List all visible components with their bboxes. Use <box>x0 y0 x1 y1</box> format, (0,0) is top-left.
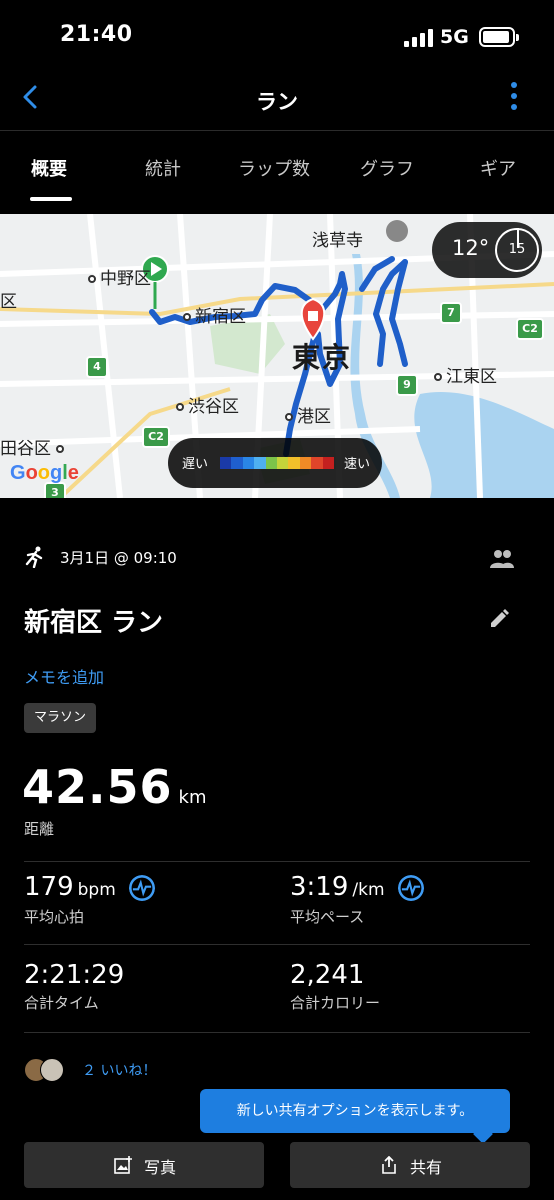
speed-gradient-segment <box>311 457 323 469</box>
road-sign-9: 9 <box>396 374 418 396</box>
avatar <box>40 1058 64 1082</box>
speed-legend-slow: 遅い <box>182 457 209 472</box>
calories-label: 合計カロリー <box>290 994 381 1012</box>
pace-value: 3:19 <box>290 872 349 902</box>
speed-gradient-bar <box>220 457 335 469</box>
distance-label: 距離 <box>24 820 55 838</box>
route-map[interactable]: 中野区 区 新宿区 東京 浅草寺 渋谷区 港区 江東区 田谷区 4 7 9 C2… <box>0 214 554 498</box>
status-bar: 21:40 5G <box>0 0 554 70</box>
map-label-nakano: 中野区 <box>88 264 151 289</box>
share-button[interactable]: 共有 <box>290 1142 530 1188</box>
tab-laps[interactable]: ラップ数 <box>238 155 310 181</box>
tab-stats[interactable]: 統計 <box>145 155 181 181</box>
activity-meta: 3月1日 @ 09:10 <box>24 544 524 574</box>
pace-unit: /km <box>352 880 385 900</box>
heart-rate-value: 179 <box>24 872 74 902</box>
speed-gradient-segment <box>265 457 278 469</box>
map-label-minato: 港区 <box>285 402 331 427</box>
share-icon <box>382 1156 396 1174</box>
photo-button-label: 写真 <box>144 1158 177 1177</box>
tab-graph[interactable]: グラフ <box>360 155 414 181</box>
heart-rate-unit: bpm <box>77 880 116 900</box>
temperature-value: 12° <box>452 236 490 260</box>
divider <box>24 1032 530 1033</box>
distance-display: 42.56 km <box>22 760 206 814</box>
speed-legend-fast: 速い <box>344 457 371 472</box>
map-label-setagaya: 田谷区 <box>0 434 68 459</box>
nav-header: ラン <box>0 70 554 130</box>
stat-heart-rate: 179 bpm 平均心拍 <box>24 872 155 927</box>
stat-calories: 2,241 合計カロリー <box>290 960 380 1013</box>
activity-date: 3月1日 @ 09:10 <box>60 549 177 567</box>
map-label-tokyo: 東京 <box>292 341 353 374</box>
active-tab-indicator <box>30 197 72 201</box>
activity-tag[interactable]: マラソン <box>24 703 97 733</box>
distance-value: 42.56 <box>22 760 173 814</box>
speed-gradient-segment <box>322 457 335 469</box>
tab-overview[interactable]: 概要 <box>31 155 67 181</box>
map-label-koto: 江東区 <box>434 362 497 387</box>
tab-gear[interactable]: ギア <box>480 155 516 181</box>
map-label-asakusa: 浅草寺 <box>312 231 363 251</box>
heart-rate-label: 平均心拍 <box>24 907 85 926</box>
stat-total-time: 2:21:29 合計タイム <box>24 960 124 1013</box>
share-tooltip[interactable]: 新しい共有オプションを表示します。 <box>200 1089 510 1133</box>
edit-pencil-icon[interactable] <box>488 608 510 630</box>
pace-label: 平均ペース <box>290 907 365 926</box>
road-sign-4: 4 <box>86 356 108 378</box>
speed-gradient-segment <box>242 457 255 469</box>
map-label-shibuya: 渋谷区 <box>176 392 239 417</box>
google-logo: Google <box>10 462 79 484</box>
pace-zone-icon[interactable] <box>397 874 424 901</box>
add-memo-link[interactable]: メモを追加 <box>24 664 104 688</box>
signal-icon <box>404 29 434 47</box>
speed-gradient-segment <box>299 457 312 469</box>
map-label-shinjuku: 新宿区 <box>183 302 246 327</box>
wind-dial-icon: 15 <box>495 228 539 272</box>
more-options-button[interactable] <box>506 82 522 114</box>
total-time-label: 合計タイム <box>24 994 99 1012</box>
people-icon[interactable] <box>489 548 515 570</box>
battery-icon <box>479 27 519 47</box>
road-sign-7: 7 <box>440 302 462 324</box>
total-time-value: 2:21:29 <box>24 960 125 990</box>
activity-title: 新宿区 ラン <box>24 608 164 638</box>
divider <box>24 944 530 945</box>
divider <box>24 861 530 862</box>
add-photo-icon <box>114 1156 132 1174</box>
speed-legend: 遅い 速い <box>168 438 382 488</box>
speed-gradient-segment <box>288 457 300 469</box>
road-sign-c2-east: C2 <box>516 318 544 340</box>
likes-count[interactable]: ２ いいね！ <box>82 1060 156 1080</box>
status-time: 21:40 <box>60 22 133 47</box>
photo-button[interactable]: 写真 <box>24 1142 264 1188</box>
distance-unit: km <box>178 787 207 808</box>
page-title: ラン <box>256 90 298 114</box>
map-label-ku: 区 <box>0 292 17 312</box>
speed-gradient-segment <box>220 457 232 469</box>
stat-pace: 3:19/km 平均ペース <box>290 872 424 927</box>
road-sign-c2: C2 <box>142 426 170 448</box>
share-button-label: 共有 <box>410 1158 443 1177</box>
network-type: 5G <box>440 26 469 48</box>
speed-gradient-segment <box>277 457 289 469</box>
calories-value: 2,241 <box>290 960 365 990</box>
weather-badge: 12° 15 <box>432 222 542 278</box>
speed-gradient-segment <box>231 457 243 469</box>
tab-bar: 概要 統計 ラップ数 グラフ ギア <box>0 130 554 206</box>
heart-rate-zone-icon[interactable] <box>128 874 155 901</box>
speed-gradient-segment <box>254 457 266 469</box>
running-icon <box>25 546 43 568</box>
